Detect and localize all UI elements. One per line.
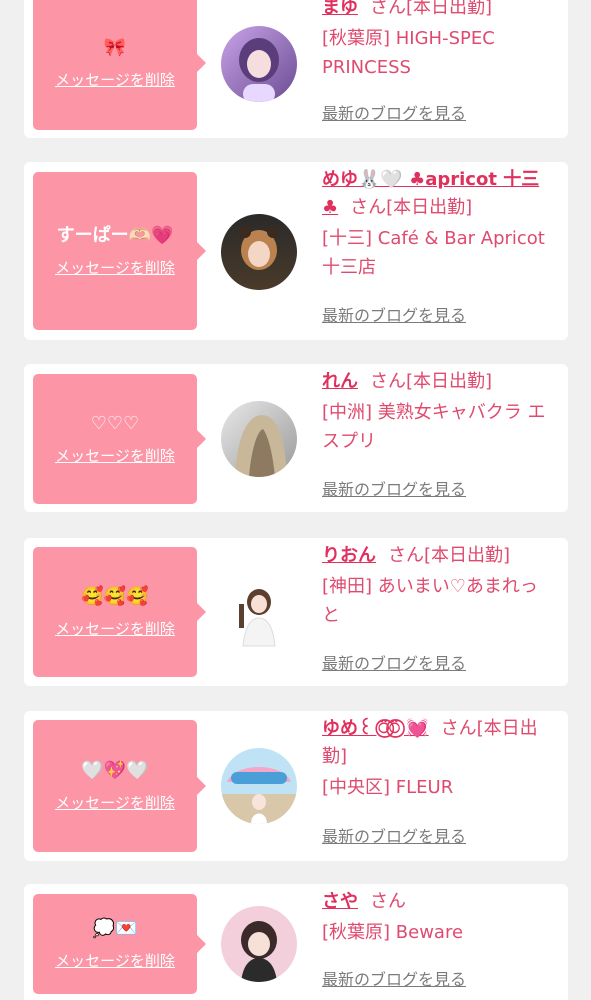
sender-name-link[interactable]: まゆ bbox=[322, 0, 358, 18]
message-bubble: すーぱー🫶🏻💗 メッセージを削除 bbox=[33, 172, 206, 330]
sender-line: まゆ さん[本日出勤] bbox=[322, 0, 554, 22]
sender-name-link[interactable]: ゆめ꒰ ⍥⃝⍥⃝ 💓 bbox=[322, 718, 429, 739]
view-blog-link[interactable]: 最新のブログを見る bbox=[322, 102, 466, 126]
avatar[interactable] bbox=[221, 401, 297, 477]
avatar[interactable] bbox=[221, 574, 297, 650]
view-blog-link[interactable]: 最新のブログを見る bbox=[322, 652, 466, 676]
sender-status: さん bbox=[370, 891, 406, 912]
message-info: れん さん[本日出勤] [中洲] 美熟女キャバクラ エスプリ bbox=[322, 368, 554, 456]
avatar-photo-icon bbox=[221, 214, 297, 290]
avatar-photo-icon bbox=[221, 26, 297, 102]
avatar-photo-icon bbox=[221, 748, 297, 824]
shop-name: [十三] Café & Bar Apricot 十三店 bbox=[322, 228, 545, 278]
sender-name-link[interactable]: りおん bbox=[322, 545, 376, 566]
shop-name: [中央区] FLEUR bbox=[322, 777, 454, 798]
sender-line: めゆ🐰🤍 ♣apricot 十三♣ さん[本日出勤] bbox=[322, 166, 554, 222]
sender-name-link[interactable]: さや bbox=[322, 891, 358, 912]
view-blog-link[interactable]: 最新のブログを見る bbox=[322, 968, 466, 992]
avatar[interactable] bbox=[221, 748, 297, 824]
shop-name: [中洲] 美熟女キャバクラ エスプリ bbox=[322, 402, 546, 452]
sender-line: さや さん bbox=[322, 888, 554, 916]
sender-status: さん[本日出勤] bbox=[370, 371, 493, 392]
sender-name-link[interactable]: れん bbox=[322, 371, 358, 392]
message-text: ♡♡♡ bbox=[90, 413, 140, 434]
shop-name: [秋葉原] Beware bbox=[322, 922, 464, 943]
view-blog-link[interactable]: 最新のブログを見る bbox=[322, 304, 466, 328]
message-card: 💭💌 メッセージを削除 さや さん [秋葉原] Beware 最新のブログを見る bbox=[24, 884, 568, 1000]
message-info: さや さん [秋葉原] Beware bbox=[322, 888, 554, 947]
message-card: すーぱー🫶🏻💗 メッセージを削除 めゆ🐰🤍 ♣apricot 十三♣ さん[本日出… bbox=[24, 162, 568, 340]
message-feed: 🎀 メッセージを削除 まゆ さん[本日出勤] [秋葉原] HIGH-SPEC PR… bbox=[0, 0, 591, 1000]
delete-message-link[interactable]: メッセージを削除 bbox=[55, 951, 175, 971]
message-card: ♡♡♡ メッセージを削除 れん さん[本日出勤] [中洲] 美熟女キャバクラ エス… bbox=[24, 364, 568, 512]
message-text: 💭💌 bbox=[92, 918, 138, 939]
shop-name: [神田] あいまい♡あまれっと bbox=[322, 576, 538, 626]
sender-status: さん[本日出勤] bbox=[350, 197, 473, 218]
delete-message-link[interactable]: メッセージを削除 bbox=[55, 793, 175, 813]
message-info: りおん さん[本日出勤] [神田] あいまい♡あまれっと bbox=[322, 542, 554, 630]
message-bubble: 🥰🥰🥰 メッセージを削除 bbox=[33, 547, 206, 677]
message-text: 🤍💖🤍 bbox=[81, 760, 149, 781]
delete-message-link[interactable]: メッセージを削除 bbox=[55, 446, 175, 466]
avatar[interactable] bbox=[221, 26, 297, 102]
delete-message-link[interactable]: メッセージを削除 bbox=[55, 619, 175, 639]
sender-status: さん[本日出勤] bbox=[388, 545, 511, 566]
message-card: 🤍💖🤍 メッセージを削除 ゆめ꒰ ⍥⃝⍥⃝ 💓 さん[本日出勤] [中央区] FL… bbox=[24, 711, 568, 861]
message-text: 🎀 bbox=[103, 37, 127, 58]
message-card: 🎀 メッセージを削除 まゆ さん[本日出勤] [秋葉原] HIGH-SPEC PR… bbox=[24, 0, 568, 138]
avatar-photo-icon bbox=[221, 401, 297, 477]
avatar[interactable] bbox=[221, 906, 297, 982]
sender-line: れん さん[本日出勤] bbox=[322, 368, 554, 396]
message-bubble: ♡♡♡ メッセージを削除 bbox=[33, 374, 206, 504]
sender-status: さん[本日出勤] bbox=[370, 0, 493, 18]
view-blog-link[interactable]: 最新のブログを見る bbox=[322, 825, 466, 849]
delete-message-link[interactable]: メッセージを削除 bbox=[55, 70, 175, 90]
avatar-photo-icon bbox=[221, 574, 297, 650]
delete-message-link[interactable]: メッセージを削除 bbox=[55, 258, 175, 278]
message-text: 🥰🥰🥰 bbox=[81, 586, 149, 607]
message-bubble: 🎀 メッセージを削除 bbox=[33, 0, 206, 130]
sender-line: りおん さん[本日出勤] bbox=[322, 542, 554, 570]
avatar[interactable] bbox=[221, 214, 297, 290]
message-bubble: 💭💌 メッセージを削除 bbox=[33, 894, 206, 994]
message-info: ゆめ꒰ ⍥⃝⍥⃝ 💓 さん[本日出勤] [中央区] FLEUR bbox=[322, 715, 554, 802]
message-text: すーぱー🫶🏻💗 bbox=[56, 225, 174, 246]
view-blog-link[interactable]: 最新のブログを見る bbox=[322, 478, 466, 502]
message-bubble: 🤍💖🤍 メッセージを削除 bbox=[33, 720, 206, 852]
shop-name: [秋葉原] HIGH-SPEC PRINCESS bbox=[322, 28, 495, 78]
message-info: めゆ🐰🤍 ♣apricot 十三♣ さん[本日出勤] [十三] Café & Ba… bbox=[322, 166, 554, 282]
message-card: 🥰🥰🥰 メッセージを削除 りおん さん[本日出勤] [神田] あいまい♡あまれっと… bbox=[24, 538, 568, 686]
sender-line: ゆめ꒰ ⍥⃝⍥⃝ 💓 さん[本日出勤] bbox=[322, 715, 554, 771]
avatar-photo-icon bbox=[221, 906, 297, 982]
message-info: まゆ さん[本日出勤] [秋葉原] HIGH-SPEC PRINCESS bbox=[322, 0, 554, 82]
